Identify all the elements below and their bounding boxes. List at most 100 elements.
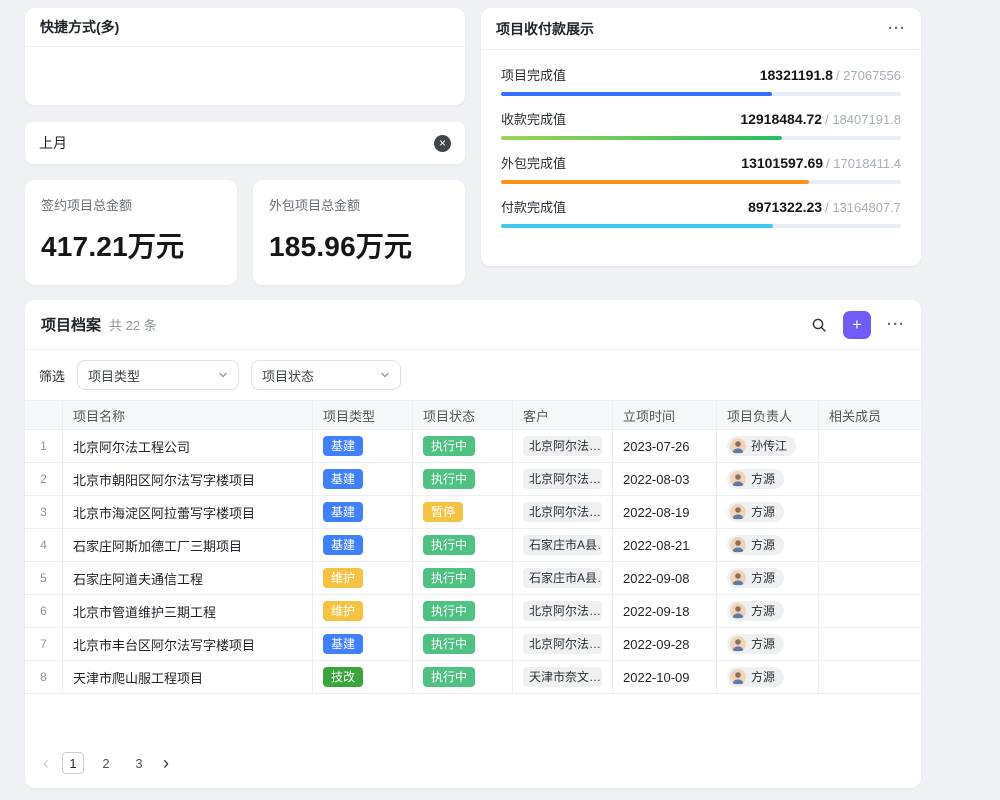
- row-index: 7: [25, 628, 63, 660]
- project-type-badge[interactable]: 基建: [323, 436, 363, 456]
- owner-chip[interactable]: 方源: [727, 634, 784, 654]
- customer-chip[interactable]: 北京阿尔法…: [523, 469, 602, 489]
- project-name-cell[interactable]: 石家庄阿斯加德工厂三期项目: [63, 529, 313, 561]
- customer-chip[interactable]: 北京阿尔法…: [523, 601, 602, 621]
- owner-name: 孙传江: [751, 438, 787, 454]
- table-row[interactable]: 1 北京阿尔法工程公司 基建 执行中 北京阿尔法… 2023-07-26 孙传江: [25, 430, 921, 463]
- project-status-select[interactable]: 项目状态: [251, 360, 401, 390]
- project-status-badge[interactable]: 执行中: [423, 535, 475, 555]
- page-button-1[interactable]: 1: [62, 752, 84, 774]
- date-filter-value[interactable]: 上月: [39, 133, 67, 153]
- table-row[interactable]: 5 石家庄阿道夫通信工程 维护 执行中 石家庄市A县… 2022-09-08 方…: [25, 562, 921, 595]
- customer-chip[interactable]: 北京阿尔法…: [523, 436, 602, 456]
- start-date-cell[interactable]: 2022-09-08: [613, 562, 717, 594]
- start-date-cell[interactable]: 2022-09-28: [613, 628, 717, 660]
- page-button-2[interactable]: 2: [95, 752, 117, 774]
- start-date-cell[interactable]: 2022-08-19: [613, 496, 717, 528]
- shortcut-card-title: 快捷方式(多): [40, 17, 119, 37]
- table-row[interactable]: 4 石家庄阿斯加德工厂三期项目 基建 执行中 石家庄市A县… 2022-08-2…: [25, 529, 921, 562]
- project-status-badge[interactable]: 执行中: [423, 634, 475, 654]
- more-icon[interactable]: ···: [887, 316, 905, 333]
- column-header[interactable]: 项目负责人: [717, 401, 819, 429]
- project-type-badge[interactable]: 基建: [323, 634, 363, 654]
- project-type-badge[interactable]: 技改: [323, 667, 363, 687]
- start-date-cell[interactable]: 2022-08-21: [613, 529, 717, 561]
- column-header[interactable]: 项目状态: [413, 401, 513, 429]
- members-cell[interactable]: [819, 562, 921, 594]
- metric-value: 18321191.8: [760, 67, 833, 83]
- customer-chip[interactable]: 北京阿尔法…: [523, 502, 602, 522]
- members-cell[interactable]: [819, 430, 921, 462]
- stat-card-outsourced-amount: 外包项目总金额 185.96万元: [253, 180, 465, 285]
- members-cell[interactable]: [819, 595, 921, 627]
- project-status-badge[interactable]: 执行中: [423, 568, 475, 588]
- project-name-cell[interactable]: 北京市管道维护三期工程: [63, 595, 313, 627]
- owner-chip[interactable]: 方源: [727, 667, 784, 687]
- members-cell[interactable]: [819, 463, 921, 495]
- project-type-select[interactable]: 项目类型: [77, 360, 239, 390]
- dashboard: 快捷方式(多) 上月 × 签约项目总金额 417.21万元 外包项目总金额 18…: [0, 0, 1000, 800]
- column-header[interactable]: 立项时间: [613, 401, 717, 429]
- page-button-3[interactable]: 3: [128, 752, 150, 774]
- start-date-cell[interactable]: 2023-07-26: [613, 430, 717, 462]
- owner-chip[interactable]: 孙传江: [727, 436, 796, 456]
- start-date-cell[interactable]: 2022-08-03: [613, 463, 717, 495]
- owner-chip[interactable]: 方源: [727, 568, 784, 588]
- project-status-badge[interactable]: 执行中: [423, 436, 475, 456]
- start-date-cell[interactable]: 2022-10-09: [613, 661, 717, 693]
- metric-total: / 17018411.4: [826, 156, 901, 171]
- project-type-badge[interactable]: 基建: [323, 502, 363, 522]
- search-icon[interactable]: [811, 317, 827, 333]
- project-status-badge[interactable]: 执行中: [423, 469, 475, 489]
- members-cell[interactable]: [819, 628, 921, 660]
- members-cell[interactable]: [819, 529, 921, 561]
- column-header[interactable]: 相关成员: [819, 401, 921, 429]
- progress-fill: [501, 224, 773, 228]
- project-archive-card: 项目档案 共 22 条 + ··· 筛选 项目类型 项目状态 项: [25, 300, 921, 788]
- table-row[interactable]: 8 天津市爬山服工程项目 技改 执行中 天津市奈文… 2022-10-09 方源: [25, 661, 921, 694]
- project-type-badge[interactable]: 基建: [323, 469, 363, 489]
- date-filter-card[interactable]: 上月 ×: [25, 122, 465, 164]
- project-name-cell[interactable]: 北京市朝阳区阿尔法写字楼项目: [63, 463, 313, 495]
- members-cell[interactable]: [819, 661, 921, 693]
- prev-page-icon[interactable]: ‹: [41, 754, 51, 772]
- project-status-badge[interactable]: 执行中: [423, 667, 475, 687]
- customer-chip[interactable]: 石家庄市A县…: [523, 568, 602, 588]
- project-type-badge[interactable]: 基建: [323, 535, 363, 555]
- owner-chip[interactable]: 方源: [727, 469, 784, 489]
- next-page-icon[interactable]: ›: [161, 754, 171, 772]
- table-row[interactable]: 2 北京市朝阳区阿尔法写字楼项目 基建 执行中 北京阿尔法… 2022-08-0…: [25, 463, 921, 496]
- progress-track: [501, 224, 901, 228]
- column-header[interactable]: 项目类型: [313, 401, 413, 429]
- add-record-button[interactable]: +: [843, 311, 871, 339]
- project-name-cell[interactable]: 石家庄阿道夫通信工程: [63, 562, 313, 594]
- members-cell[interactable]: [819, 496, 921, 528]
- customer-chip[interactable]: 天津市奈文…: [523, 667, 602, 687]
- avatar: [730, 504, 746, 520]
- table-row[interactable]: 6 北京市管道维护三期工程 维护 执行中 北京阿尔法… 2022-09-18 方…: [25, 595, 921, 628]
- project-name-cell[interactable]: 北京市丰台区阿尔法写字楼项目: [63, 628, 313, 660]
- table-row[interactable]: 3 北京市海淀区阿拉蕾写字楼项目 基建 暂停 北京阿尔法… 2022-08-19…: [25, 496, 921, 529]
- start-date-cell[interactable]: 2022-09-18: [613, 595, 717, 627]
- customer-chip[interactable]: 石家庄市A县…: [523, 535, 602, 555]
- project-type-badge[interactable]: 维护: [323, 568, 363, 588]
- owner-chip[interactable]: 方源: [727, 535, 784, 555]
- customer-chip[interactable]: 北京阿尔法…: [523, 634, 602, 654]
- row-index: 3: [25, 496, 63, 528]
- column-header[interactable]: 项目名称: [63, 401, 313, 429]
- table-title: 项目档案: [41, 314, 101, 335]
- row-index: 6: [25, 595, 63, 627]
- project-name-cell[interactable]: 北京阿尔法工程公司: [63, 430, 313, 462]
- project-type-badge[interactable]: 维护: [323, 601, 363, 621]
- project-name-cell[interactable]: 天津市爬山服工程项目: [63, 661, 313, 693]
- owner-chip[interactable]: 方源: [727, 502, 784, 522]
- project-status-badge[interactable]: 执行中: [423, 601, 475, 621]
- owner-chip[interactable]: 方源: [727, 601, 784, 621]
- project-name-cell[interactable]: 北京市海淀区阿拉蕾写字楼项目: [63, 496, 313, 528]
- table-row[interactable]: 7 北京市丰台区阿尔法写字楼项目 基建 执行中 北京阿尔法… 2022-09-2…: [25, 628, 921, 661]
- more-icon[interactable]: ···: [888, 20, 906, 37]
- project-status-badge[interactable]: 暂停: [423, 502, 463, 522]
- clear-filter-icon[interactable]: ×: [434, 135, 451, 152]
- metric-total: / 18407191.8: [825, 112, 901, 127]
- column-header[interactable]: 客户: [513, 401, 613, 429]
